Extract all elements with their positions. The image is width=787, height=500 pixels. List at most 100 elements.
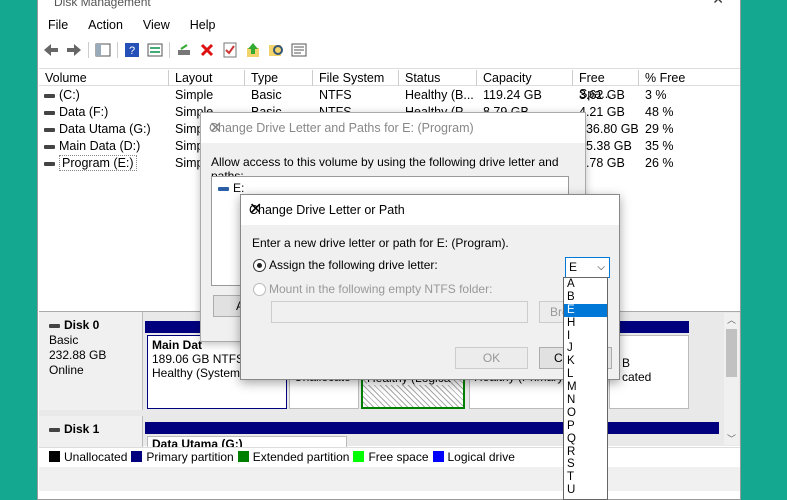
properties-icon[interactable] (146, 41, 164, 59)
col-volume[interactable]: Volume (39, 70, 169, 86)
dropdown-option[interactable]: H (564, 317, 607, 330)
chevron-down-icon: ⌵ (597, 262, 605, 273)
ok-button[interactable]: OK (455, 347, 528, 369)
volume-icon (44, 93, 55, 98)
dropdown-option[interactable]: B (564, 291, 607, 304)
dropdown-option[interactable]: I (564, 330, 607, 343)
menu-file[interactable]: File (38, 17, 78, 37)
close-icon[interactable]: ✕ (249, 199, 607, 219)
col-type[interactable]: Type (245, 70, 313, 86)
toolbar-separator (88, 42, 89, 58)
dropdown-option[interactable]: M (564, 381, 607, 394)
folder-path-input[interactable] (271, 301, 528, 323)
col-free-space[interactable]: Free Spa... (573, 70, 639, 101)
selected-letter: E (569, 260, 578, 274)
table-row[interactable]: (C:) Simple Basic NTFS Healthy (B... 119… (39, 87, 740, 104)
drive-icon (218, 186, 229, 191)
connect-drive-icon[interactable] (175, 41, 193, 59)
volume-pct: 26 % (645, 156, 674, 170)
volume-icon (44, 144, 55, 149)
volume-status: Healthy (B... (405, 88, 474, 102)
volume-free: 3.62 GB (579, 88, 625, 102)
volume-icon (44, 161, 55, 166)
mount-folder-label: Mount in the following empty NTFS folder… (269, 282, 493, 296)
volume-name: Data Utama (G:) (44, 121, 151, 138)
dropdown-option[interactable]: J (564, 342, 607, 355)
mount-folder-radio[interactable] (253, 283, 266, 296)
col-file-system[interactable]: File System (313, 70, 399, 86)
legend: Unallocated Primary partition Extended p… (39, 447, 740, 465)
volume-free: 136.80 GB (579, 122, 639, 136)
legend-logical: Logical drive (447, 449, 515, 464)
disk-icon (49, 427, 60, 432)
volume-list-header: Volume Layout Type File System Status Ca… (39, 68, 740, 101)
dropdown-option[interactable]: K (564, 355, 607, 368)
drive-letter-dropdown[interactable]: A B E H I J K L M N O P Q R S T U (563, 277, 608, 500)
scroll-thumb[interactable] (726, 329, 737, 377)
volume-pct: 48 % (645, 105, 674, 119)
col-layout[interactable]: Layout (169, 70, 245, 86)
up-arrow-icon[interactable] (244, 41, 262, 59)
partition-bar-disk1 (145, 422, 719, 434)
close-window-button[interactable]: ✕ (712, 0, 724, 8)
legend-swatch-unallocated (49, 451, 60, 462)
help-icon[interactable]: ? (123, 41, 141, 59)
forward-icon[interactable] (65, 41, 83, 59)
legend-swatch-free (353, 451, 365, 462)
volume-type: Basic (251, 88, 282, 102)
scroll-down-icon[interactable]: ﹀ (727, 432, 736, 445)
dropdown-option[interactable]: O (564, 407, 607, 420)
volume-pct: 29 % (645, 122, 674, 136)
dropdown-option[interactable]: Q (564, 433, 607, 446)
col-status[interactable]: Status (399, 70, 477, 86)
legend-swatch-primary (131, 451, 143, 462)
volume-fs: NTFS (319, 88, 352, 102)
graph-scrollbar[interactable]: ︿ ﹀ (724, 313, 739, 445)
volume-icon (44, 110, 55, 115)
close-icon[interactable]: ✕ (209, 118, 569, 138)
volume-name: Data (F:) (44, 104, 108, 121)
drive-letter-select[interactable]: E ⌵ (565, 257, 610, 278)
dropdown-option[interactable]: N (564, 394, 607, 407)
legend-swatch-extended (237, 451, 249, 462)
volume-capacity: 119.24 GB (483, 88, 542, 102)
col-capacity[interactable]: Capacity (477, 70, 573, 86)
dropdown-option[interactable]: U (564, 484, 607, 497)
toolbar: ? (38, 39, 740, 61)
assign-letter-label[interactable]: Assign the following drive letter: (269, 258, 438, 272)
disk-0-label[interactable]: Disk 0 Basic 232.88 GB Online (39, 312, 143, 410)
legend-unallocated: Unallocated (64, 449, 128, 464)
menu-action[interactable]: Action (78, 17, 133, 37)
console-tree-icon[interactable] (94, 41, 112, 59)
disk-state: Online (49, 363, 84, 377)
col-percent-free[interactable]: % Free (639, 70, 699, 86)
dropdown-option[interactable]: S (564, 458, 607, 471)
dialog-prompt: Enter a new drive letter or path for E: … (252, 236, 509, 250)
dropdown-option[interactable]: T (564, 471, 607, 484)
partition-unallocated-2[interactable]: B cated (609, 335, 689, 409)
menu-view[interactable]: View (133, 17, 180, 37)
menu-help[interactable]: Help (180, 17, 226, 37)
svg-text:?: ? (129, 45, 135, 57)
dropdown-option[interactable]: R (564, 446, 607, 459)
disk-icon (49, 323, 60, 328)
dropdown-option-selected[interactable]: E (564, 303, 607, 317)
volume-layout: Simple (175, 88, 214, 102)
search-folder-icon[interactable] (267, 41, 285, 59)
scroll-up-icon[interactable]: ︿ (727, 313, 736, 326)
legend-free: Free space (368, 449, 429, 464)
disk-1-label[interactable]: Disk 1 (39, 416, 143, 447)
back-icon[interactable] (42, 41, 60, 59)
dropdown-option[interactable]: A (564, 278, 607, 291)
delete-icon[interactable] (198, 41, 216, 59)
dropdown-option[interactable]: L (564, 368, 607, 381)
window-title: Disk Management (54, 0, 151, 9)
volume-pct: 35 % (645, 139, 674, 153)
dropdown-option[interactable]: P (564, 420, 607, 433)
assign-letter-radio[interactable] (253, 259, 266, 272)
toolbar-separator (169, 42, 170, 58)
legend-extended: Extended partition (252, 449, 350, 464)
settings-list-icon[interactable] (290, 41, 308, 59)
volume-free: 65.38 GB (579, 139, 632, 153)
check-icon[interactable] (221, 41, 239, 59)
